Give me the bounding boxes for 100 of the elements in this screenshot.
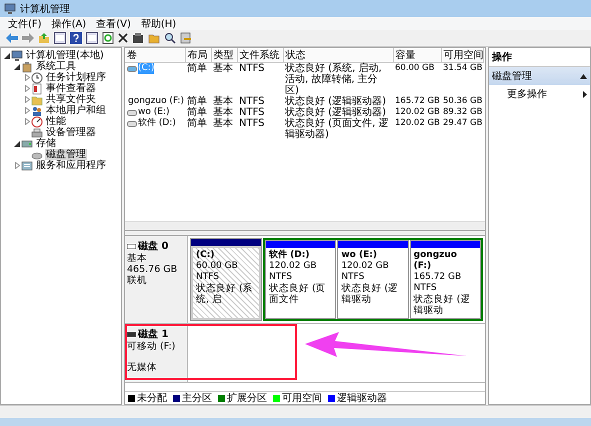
menu-item[interactable]: 文件(F): [8, 16, 42, 30]
table-cell-text: NTFS: [238, 107, 266, 118]
disk-info: 联机: [127, 275, 148, 286]
menu-item[interactable]: 帮助(H): [140, 16, 176, 30]
partition-size: 120.02 GB NTFS: [269, 261, 318, 283]
partition-block[interactable]: wo (E:) 120.02 GB NTFS 状态良好 (逻辑驱动: [337, 240, 409, 319]
table-cell-text: 基本: [212, 107, 234, 118]
tree-item[interactable]: 磁盘管理: [45, 149, 87, 160]
volume-cell[interactable]: 软件 (D:): [138, 118, 176, 129]
volume-cell[interactable]: gongzuo (F:): [128, 96, 184, 107]
table-cell-text: 89.32 GB: [442, 107, 483, 118]
folder-icon: [31, 94, 43, 106]
toolbox-icon: [21, 60, 33, 72]
collapsed-arrow-icon[interactable]: [24, 85, 30, 92]
partition-header-bar: [338, 241, 408, 248]
partition-status: 状态良好 (逻辑驱动: [341, 283, 400, 305]
panel-icon[interactable]: [54, 32, 66, 44]
column-header[interactable]: 类型: [211, 48, 237, 62]
tree-item[interactable]: 本地用户和组: [45, 105, 107, 116]
column-header[interactable]: 容量: [393, 48, 441, 62]
delete-icon[interactable]: [118, 33, 128, 43]
expanded-arrow-icon[interactable]: [14, 64, 20, 70]
legend-label: 可用空间: [282, 392, 322, 405]
panel-icon[interactable]: [86, 32, 98, 44]
collapsed-arrow-icon[interactable]: [14, 162, 20, 169]
table-cell-text: 120.02 GB: [394, 118, 441, 130]
tree-item[interactable]: 共享文件夹: [45, 94, 97, 105]
folder-icon[interactable]: [148, 32, 160, 44]
clock-icon: [31, 72, 43, 84]
menu-item[interactable]: 操作(A): [52, 16, 86, 30]
collapsed-arrow-icon[interactable]: [24, 96, 30, 103]
users-icon: [31, 104, 43, 116]
services-icon: [21, 160, 33, 172]
column-header[interactable]: 状态: [283, 48, 393, 62]
collapse-arrow-icon[interactable]: [580, 74, 587, 78]
tree-item[interactable]: 服务和应用程序: [35, 160, 107, 171]
table-cell-text: 状态良好 (逻辑驱动器): [284, 96, 387, 107]
disk-info: 可移动 (F:): [127, 341, 176, 352]
folder-up-icon[interactable]: [38, 32, 50, 44]
tree-item[interactable]: 存储: [35, 138, 57, 149]
legend-label: 未分配: [137, 392, 167, 405]
collapsed-arrow-icon[interactable]: [24, 74, 30, 81]
table-cell: 基本: [211, 62, 237, 96]
partition-label: gongzuo (F:): [414, 250, 458, 272]
log-icon: [31, 82, 43, 94]
disk-name: 磁盘 1: [138, 328, 168, 341]
table-cell-text: 165.72 GB: [394, 96, 441, 107]
table-cell-text: 简单: [186, 96, 208, 107]
export-icon[interactable]: [180, 32, 192, 44]
column-header[interactable]: 卷: [125, 48, 185, 62]
gauge-icon: [31, 116, 43, 128]
column-header[interactable]: 文件系统: [237, 48, 283, 62]
horizontal-scrollbar[interactable]: [125, 221, 485, 230]
expanded-arrow-icon[interactable]: [4, 52, 10, 58]
collapsed-arrow-icon[interactable]: [24, 118, 30, 125]
partition-block[interactable]: (C:) 60.00 GB NTFS 状态良好 (系统, 启: [190, 238, 262, 321]
legend-label: 扩展分区: [227, 392, 267, 405]
refresh-icon[interactable]: [102, 32, 114, 44]
search-icon[interactable]: [164, 32, 176, 44]
tree-item[interactable]: 系统工具: [35, 61, 77, 72]
table-cell-text: 基本: [212, 96, 234, 107]
window-title: 计算机管理: [20, 2, 70, 16]
tree-item[interactable]: 设备管理器: [45, 127, 97, 138]
table-cell-text: 状态良好 (页面文件, 逻辑驱动器): [284, 118, 390, 140]
partition-header-bar: [266, 241, 336, 248]
table-cell-text: 50.36 GB: [442, 96, 483, 107]
tree-item[interactable]: 计算机管理(本地): [25, 50, 105, 61]
volume-cell[interactable]: wo (E:): [138, 107, 170, 118]
help-icon[interactable]: [70, 32, 82, 44]
partition-header-bar: [410, 241, 480, 248]
partition-block[interactable]: 软件 (D:) 120.02 GB NTFS 状态良好 (页面文件: [265, 240, 336, 319]
expanded-arrow-icon[interactable]: [14, 140, 20, 146]
table-cell-text: 29.47 GB: [442, 118, 483, 130]
back-arrow-icon[interactable]: [6, 33, 18, 43]
partition-size: 60.00 GB NTFS: [196, 261, 239, 283]
storage-icon: [21, 138, 33, 150]
table-cell: NTFS: [237, 62, 283, 96]
tree-item[interactable]: 性能: [45, 116, 67, 127]
disk-info: 基本: [127, 253, 148, 264]
tree-item[interactable]: 任务计划程序: [45, 72, 107, 83]
column-header[interactable]: 布局: [185, 48, 211, 62]
partition-block[interactable]: gongzuo (F:) 165.72 GB NTFS 状态良好 (逻辑驱动: [410, 240, 481, 319]
column-header[interactable]: 可用空间: [441, 48, 483, 62]
table-cell-text: 基本: [212, 118, 234, 131]
table-cell-text: 简单: [186, 107, 208, 118]
table-cell: 简单: [185, 62, 211, 96]
partition-status: 状态良好 (页面文件: [269, 283, 327, 305]
tree-item[interactable]: 事件查看器: [45, 83, 97, 94]
collapsed-arrow-icon[interactable]: [24, 107, 30, 114]
table-cell-text: 简单: [186, 118, 208, 131]
partition-status: 状态良好 (逻辑驱动: [414, 294, 472, 316]
properties-icon[interactable]: [132, 32, 144, 44]
forward-arrow-icon[interactable]: [22, 33, 34, 43]
menu-item[interactable]: 查看(V): [96, 16, 131, 30]
disk-info: 465.76 GB: [127, 264, 178, 275]
partition-status: 状态良好 (系统, 启: [196, 283, 254, 305]
action-link[interactable]: 更多操作: [507, 87, 547, 101]
computer-icon: [4, 2, 16, 14]
table-cell-text: NTFS: [238, 118, 266, 131]
disk-info: 无媒体: [127, 362, 158, 373]
